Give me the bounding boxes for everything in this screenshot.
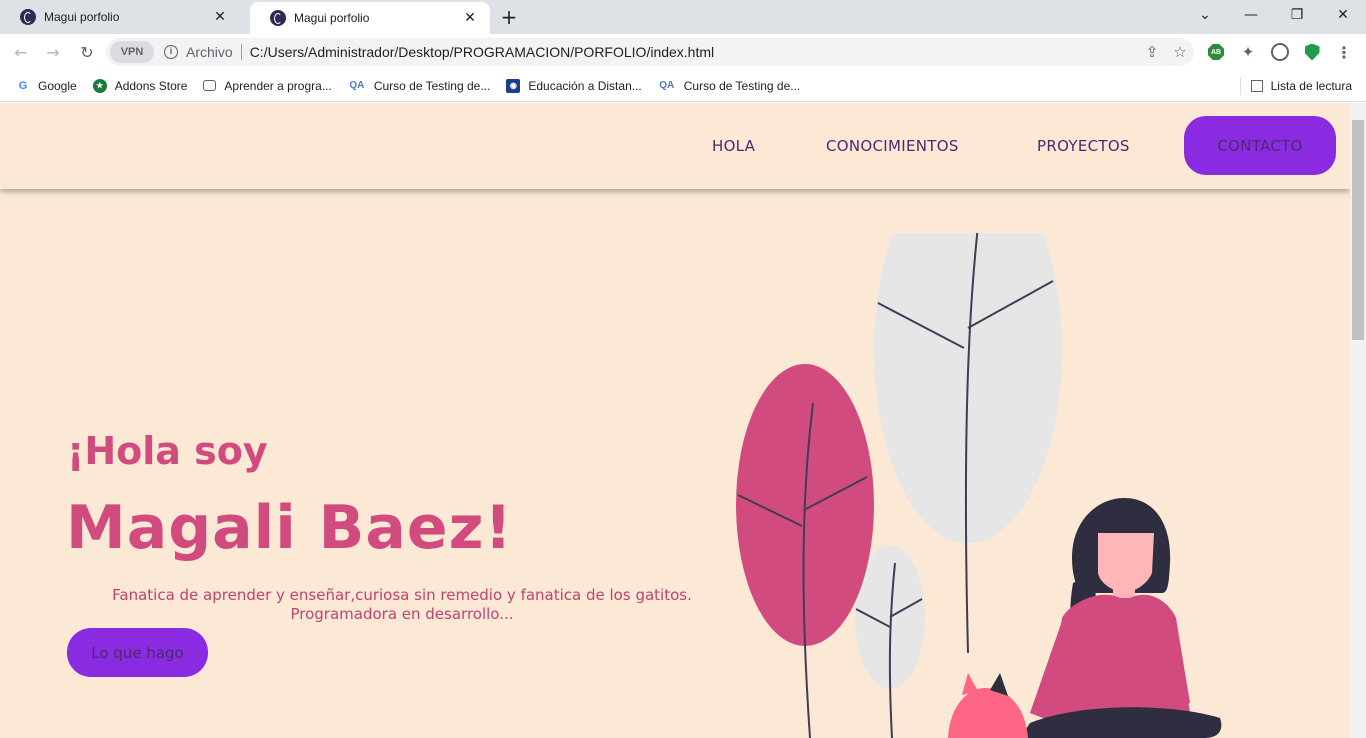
restore-button[interactable]: ❐ — [1274, 0, 1320, 30]
bookmark-label: Aprender a progra... — [224, 78, 332, 93]
tab-title: Magui porfolio — [294, 11, 370, 25]
nav-link-conocimientos[interactable]: CONOCIMIENTOS — [826, 137, 959, 155]
google-icon: G — [18, 79, 28, 92]
hero-name: Magali Baez! — [66, 493, 513, 563]
hero-illustration — [736, 233, 1222, 738]
url-text[interactable]: C:/Users/Administrador/Desktop/PROGRAMAC… — [250, 44, 1138, 60]
bookmark-label: Curso de Testing de... — [373, 78, 491, 93]
address-bar[interactable]: VPN i Archivo C:/Users/Administrador/Des… — [106, 38, 1194, 66]
qa-icon: QA — [349, 80, 365, 91]
reading-list-label: Lista de lectura — [1270, 79, 1352, 93]
hero-greeting: ¡Hola soy — [67, 429, 268, 473]
minimize-button[interactable]: — — [1228, 0, 1274, 30]
divider — [240, 44, 242, 60]
globe-icon — [20, 9, 36, 25]
cup-icon — [203, 80, 217, 91]
tab-title: Magui porfolio — [44, 10, 120, 24]
forward-button[interactable]: → — [40, 40, 66, 64]
browser-tab[interactable]: Magui porfolio ✕ — [0, 0, 240, 34]
tab-strip: Magui porfolio ✕ Magui porfolio ✕ + ⌄ — … — [0, 0, 1366, 34]
bookmarks-bar: G Google ★ Addons Store Aprender a progr… — [0, 70, 1366, 102]
bookmark-star-icon[interactable]: ☆ — [1166, 38, 1194, 66]
what-i-do-button[interactable]: Lo que hago — [67, 628, 208, 677]
contact-button[interactable]: CONTACTO — [1184, 116, 1336, 175]
kebab-menu-icon: ⋮ — [1336, 42, 1352, 62]
divider — [1239, 77, 1241, 95]
adblock-icon: AB — [1208, 44, 1224, 60]
scheme-label: Archivo — [186, 44, 233, 60]
extensions-button[interactable]: ✦ — [1238, 42, 1258, 62]
page-viewport: HOLA CONOCIMIENTOS PROYECTOS CONTACTO ¡H… — [0, 103, 1366, 738]
hero-description-line: Programadora en desarrollo... — [290, 605, 514, 623]
hero-description: Fanatica de aprender y enseñar,curiosa s… — [90, 586, 714, 624]
nav-link-proyectos[interactable]: PROYECTOS — [1037, 137, 1130, 155]
bookmark-addons-store[interactable]: ★ Addons Store — [92, 78, 188, 93]
browser-tab-active[interactable]: Magui porfolio ✕ — [250, 2, 490, 34]
new-tab-button[interactable]: + — [498, 6, 520, 28]
close-window-button[interactable]: ✕ — [1320, 0, 1366, 30]
page-scrollbar[interactable] — [1350, 103, 1366, 738]
adblock-extension-button[interactable]: AB — [1206, 42, 1226, 62]
shield-icon — [1304, 43, 1320, 61]
cat-figure — [948, 673, 1028, 738]
tab-search-button[interactable]: ⌄ — [1182, 0, 1228, 30]
bookmark-label: Google — [38, 78, 77, 93]
tab-close-icon[interactable]: ✕ — [462, 10, 478, 26]
reading-list-button[interactable]: Lista de lectura — [1239, 70, 1352, 102]
edu-icon: ◉ — [506, 78, 521, 93]
share-icon[interactable]: ⇪ — [1138, 38, 1166, 66]
info-icon[interactable]: i — [164, 45, 178, 59]
pink-leaf — [736, 364, 874, 738]
profile-button[interactable] — [1270, 42, 1290, 62]
puzzle-icon: ✦ — [1241, 43, 1255, 61]
back-button[interactable]: ← — [8, 40, 34, 64]
globe-icon — [270, 10, 286, 26]
bookmark-curso-testing[interactable]: QA Curso de Testing de... — [348, 78, 491, 93]
bookmark-label: Addons Store — [114, 78, 188, 93]
woman-figure — [1020, 498, 1222, 738]
vpn-badge[interactable]: VPN — [110, 41, 154, 63]
reload-button[interactable]: ↻ — [74, 40, 100, 64]
grey-leaf-small — [855, 545, 925, 738]
bookmark-google[interactable]: G Google — [16, 79, 77, 93]
profile-icon — [1271, 43, 1289, 61]
addons-store-icon: ★ — [92, 78, 107, 93]
browser-toolbar: ← → ↻ VPN i Archivo C:/Users/Administrad… — [0, 34, 1366, 70]
qa-icon: QA — [659, 80, 675, 91]
scrollbar-thumb[interactable] — [1352, 120, 1364, 340]
security-extension-button[interactable] — [1302, 42, 1322, 62]
hero-description-line: Fanatica de aprender y enseñar,curiosa s… — [112, 586, 692, 604]
bookmark-aprender[interactable]: Aprender a progra... — [203, 78, 332, 93]
nav-link-hola[interactable]: HOLA — [712, 137, 755, 155]
reading-list-icon — [1250, 80, 1263, 92]
browser-menu-button[interactable]: ⋮ — [1334, 42, 1354, 62]
site-header: HOLA CONOCIMIENTOS PROYECTOS CONTACTO — [0, 103, 1350, 189]
bookmark-label: Educación a Distan... — [528, 78, 642, 93]
bookmark-curso-testing-2[interactable]: QA Curso de Testing de... — [658, 78, 801, 93]
tab-close-icon[interactable]: ✕ — [212, 9, 228, 25]
bookmark-label: Curso de Testing de... — [683, 78, 801, 93]
bookmark-educacion[interactable]: ◉ Educación a Distan... — [506, 78, 642, 93]
